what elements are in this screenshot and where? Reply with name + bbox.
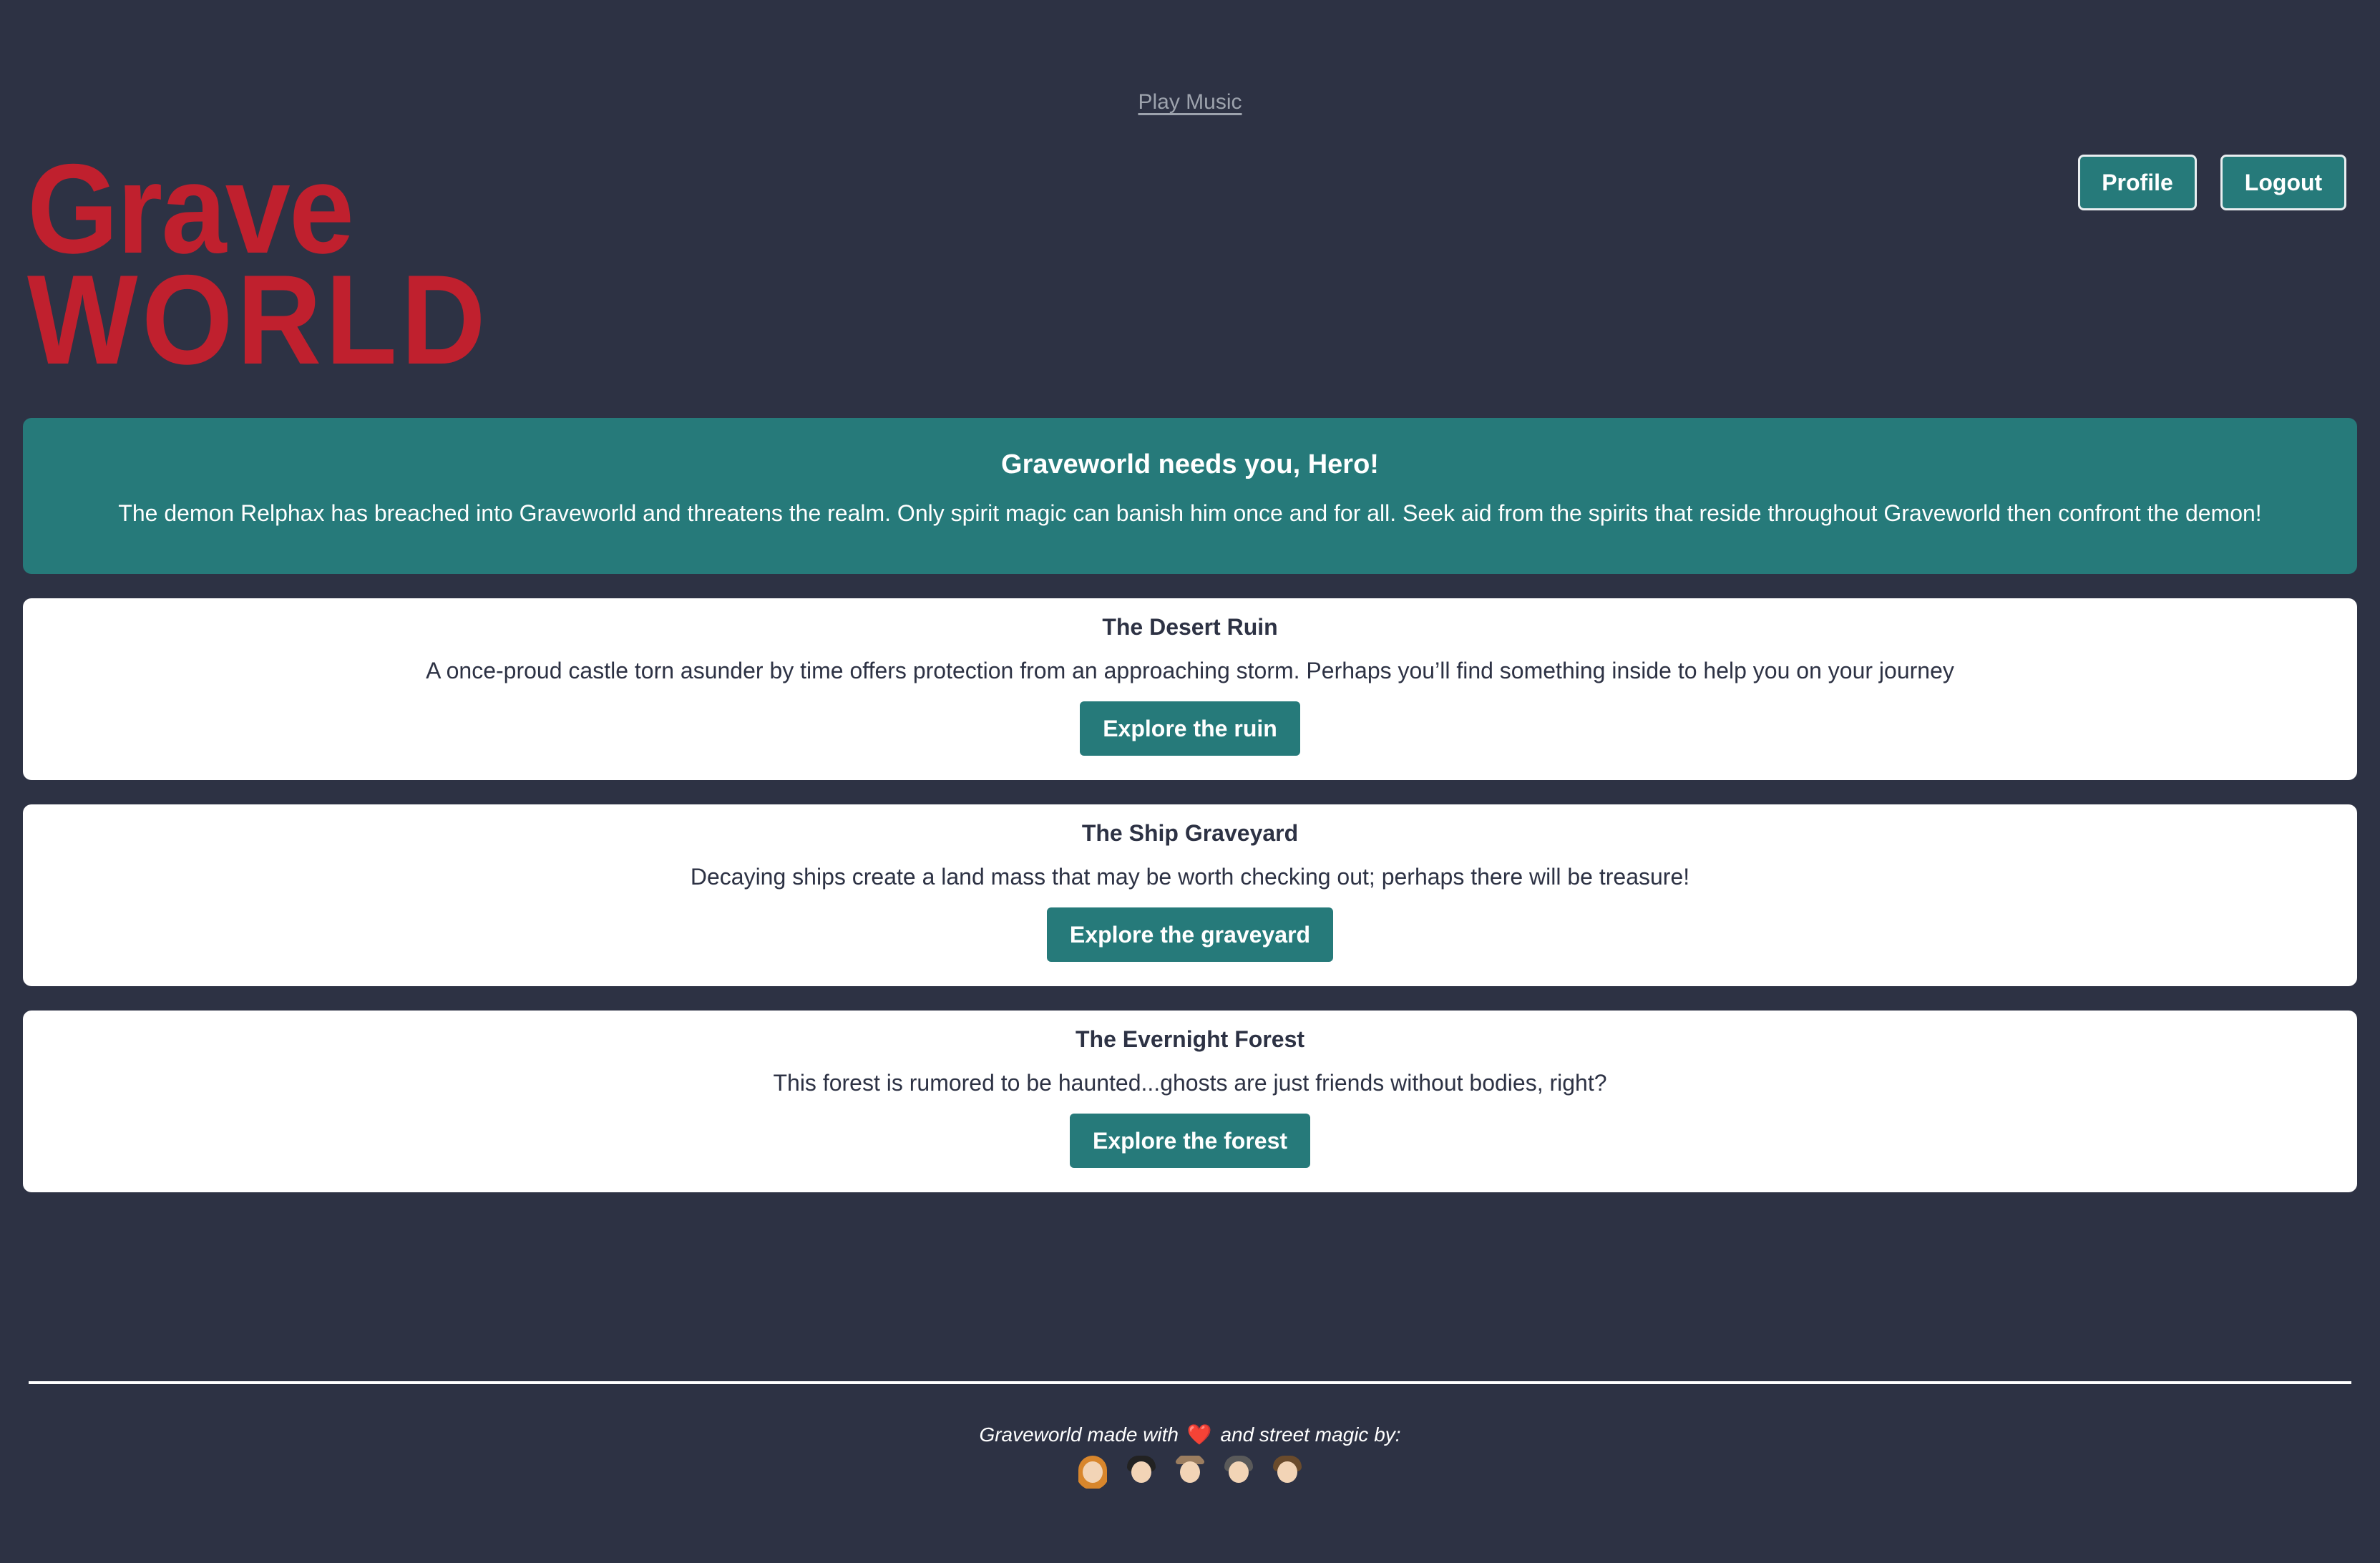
location-card-ship-graveyard: The Ship Graveyard Decaying ships create… [23,804,2357,986]
creator-avatar-icon [1270,1453,1304,1490]
creator-avatar-icon [1076,1453,1110,1490]
location-title: The Evernight Forest [1075,1026,1305,1052]
footer-text-before: Graveworld made with [979,1423,1179,1446]
footer-divider [29,1381,2351,1384]
logo-line-2: WORLD [27,248,490,391]
creator-avatar-icon [1173,1453,1207,1490]
hero-banner: Graveworld needs you, Hero! The demon Re… [23,418,2357,574]
graveworld-logo: Grave WORLD [27,137,490,391]
hero-description: The demon Relphax has breached into Grav… [118,500,2262,526]
logout-button[interactable]: Logout [2220,155,2346,210]
explore-ruin-button[interactable]: Explore the ruin [1080,701,1300,756]
heart-icon: ❤️ [1186,1423,1212,1446]
creator-avatar-icon [1124,1453,1159,1490]
play-music-link[interactable]: Play Music [0,90,2380,115]
footer-credits: Graveworld made with ❤️ and street magic… [0,1423,2380,1446]
logo-line-1: Grave [27,137,354,280]
creator-avatar-icon [1221,1453,1256,1490]
location-title: The Ship Graveyard [1081,820,1299,846]
explore-graveyard-button[interactable]: Explore the graveyard [1046,907,1334,962]
location-title: The Desert Ruin [1102,614,1278,640]
hero-title: Graveworld needs you, Hero! [1001,449,1379,479]
footer-text-after: and street magic by: [1220,1423,1401,1446]
location-card-evernight-forest: The Evernight Forest This forest is rumo… [23,1011,2357,1192]
location-description: A once-proud castle torn asunder by time… [426,658,1954,683]
explore-forest-button[interactable]: Explore the forest [1069,1114,1311,1168]
creator-avatars [0,1453,2380,1490]
location-description: This forest is rumored to be haunted...g… [773,1070,1607,1096]
location-card-desert-ruin: The Desert Ruin A once-proud castle torn… [23,598,2357,780]
profile-button[interactable]: Profile [2078,155,2197,210]
location-description: Decaying ships create a land mass that m… [690,864,1690,890]
